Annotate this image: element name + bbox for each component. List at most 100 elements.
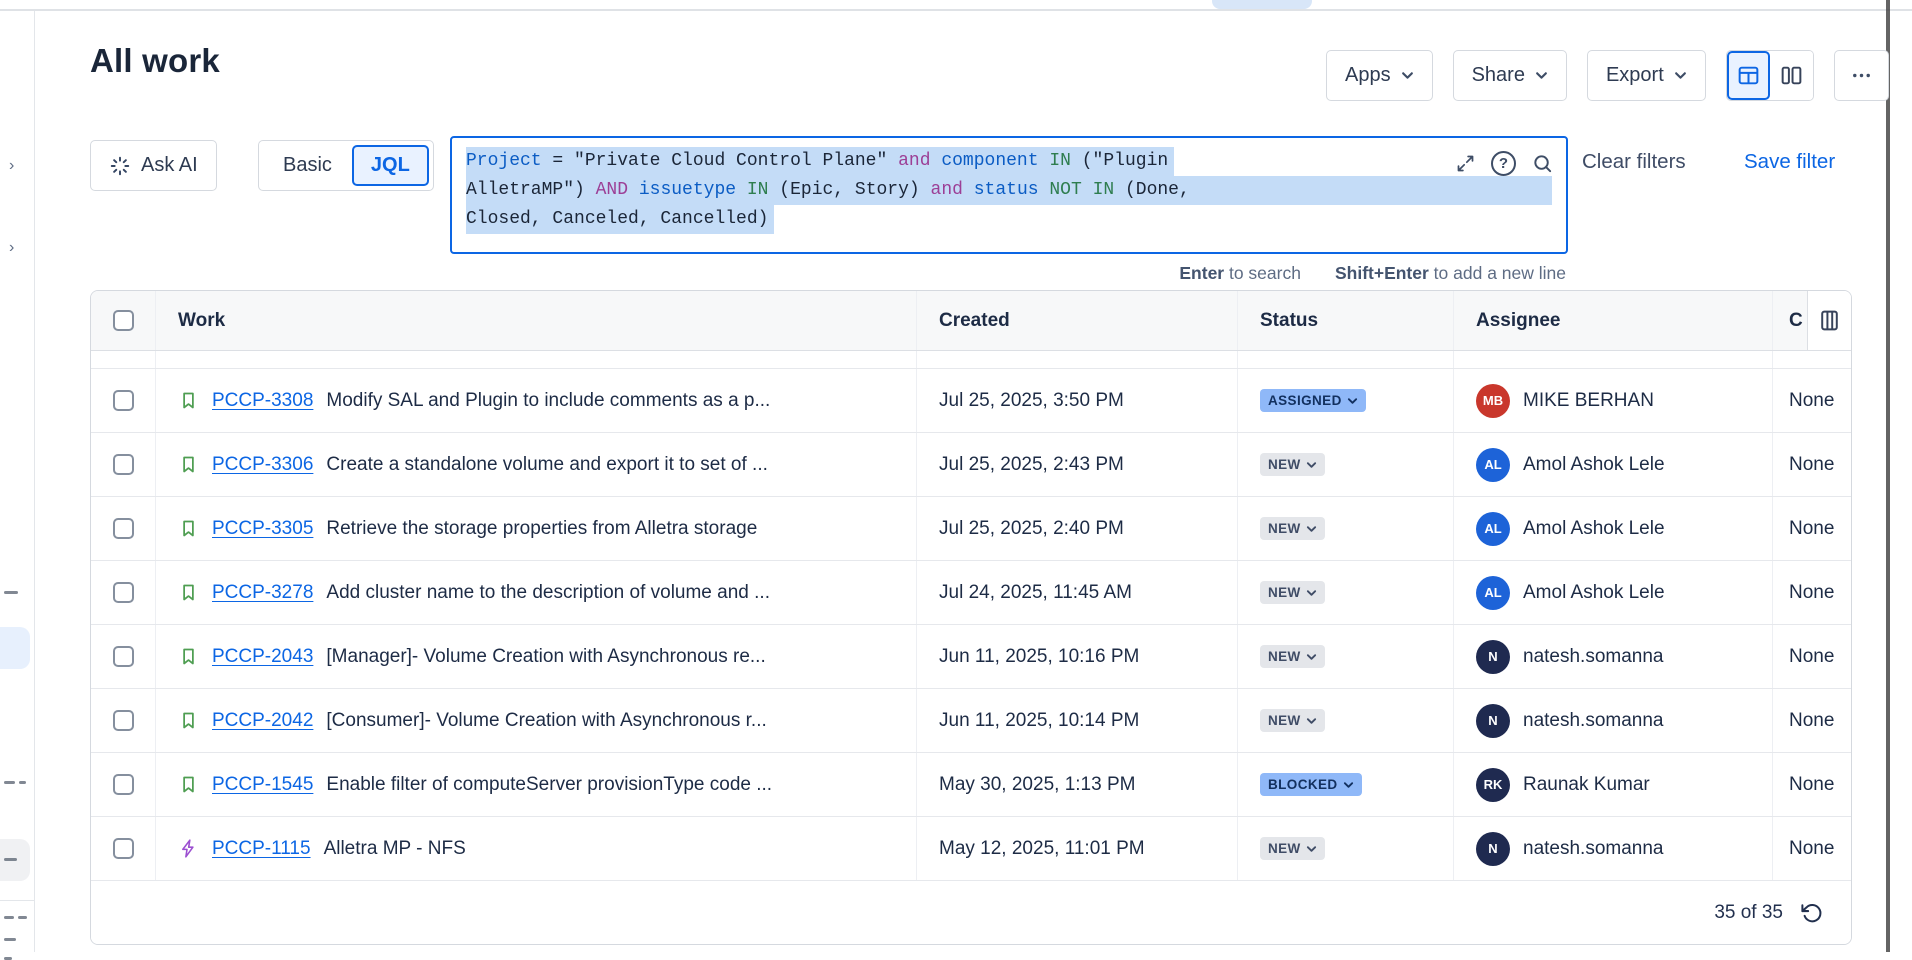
work-column-header[interactable]: Work	[156, 291, 917, 350]
issue-key-link[interactable]: PCCP-2043	[212, 646, 313, 668]
issue-summary[interactable]: Modify SAL and Plugin to include comment…	[326, 390, 770, 412]
table-view-button[interactable]	[1727, 51, 1770, 100]
status-badge[interactable]: NEW	[1260, 645, 1325, 668]
chevron-right-icon[interactable]: ›	[9, 239, 14, 257]
row-checkbox-cell	[91, 753, 156, 816]
status-badge[interactable]: NEW	[1260, 453, 1325, 476]
issue-key-link[interactable]: PCCP-1545	[212, 774, 313, 796]
issue-summary[interactable]: [Manager]- Volume Creation with Asynchro…	[326, 646, 765, 668]
chevron-down-icon	[1306, 845, 1317, 853]
select-all-checkbox[interactable]	[113, 310, 134, 331]
extra-cell[interactable]: None	[1773, 497, 1851, 560]
table-row: PCCP-3278 Add cluster name to the descrip…	[91, 561, 1851, 625]
status-column-header[interactable]: Status	[1238, 291, 1454, 350]
row-checkbox[interactable]	[113, 710, 134, 731]
status-badge[interactable]: ASSIGNED	[1260, 389, 1366, 412]
table-view-icon	[1736, 63, 1761, 88]
help-icon[interactable]: ?	[1491, 151, 1516, 176]
issue-summary[interactable]: [Consumer]- Volume Creation with Asynchr…	[326, 710, 766, 732]
expand-icon[interactable]	[1455, 153, 1476, 174]
search-icon[interactable]	[1531, 152, 1554, 175]
story-icon	[178, 774, 199, 795]
created-column-header[interactable]: Created	[917, 291, 1238, 350]
extra-cell[interactable]: None	[1773, 433, 1851, 496]
work-cell: PCCP-2042 [Consumer]- Volume Creation wit…	[156, 689, 917, 752]
chevron-down-icon	[1343, 781, 1354, 789]
extra-cell[interactable]: None	[1773, 817, 1851, 880]
assignee-column-header[interactable]: Assignee	[1454, 291, 1773, 350]
issue-key-link[interactable]: PCCP-3305	[212, 518, 313, 540]
work-items-table: Work Created Status Assignee C PCCP-3308…	[90, 290, 1852, 945]
issue-key-link[interactable]: PCCP-1115	[212, 838, 311, 860]
basic-mode-tab[interactable]: Basic	[263, 154, 352, 177]
sidebar-fragment	[4, 916, 14, 919]
header-toolbar: Apps Share Export	[1326, 50, 1889, 101]
row-checkbox-cell	[91, 625, 156, 688]
extra-cell[interactable]: None	[1773, 625, 1851, 688]
issue-summary[interactable]: Retrieve the storage properties from All…	[326, 518, 757, 540]
assignee-cell[interactable]: Nnatesh.somanna	[1454, 689, 1773, 752]
issue-key-link[interactable]: PCCP-2042	[212, 710, 313, 732]
assignee-cell[interactable]: RKRaunak Kumar	[1454, 753, 1773, 816]
collapsed-sidebar: › ›	[0, 11, 35, 952]
status-badge[interactable]: NEW	[1260, 581, 1325, 604]
extra-cell[interactable]: None	[1773, 369, 1851, 432]
extra-cell[interactable]: None	[1773, 753, 1851, 816]
assignee-cell[interactable]: ALAmol Ashok Lele	[1454, 561, 1773, 624]
issue-summary[interactable]: Enable filter of computeServer provision…	[326, 774, 772, 796]
detail-view-button[interactable]	[1770, 51, 1813, 100]
ask-ai-button[interactable]: Ask AI	[90, 140, 217, 191]
jql-query-input[interactable]: Project = "Private Cloud Control Plane" …	[450, 136, 1568, 254]
story-icon-wrap	[178, 582, 199, 603]
status-badge[interactable]: BLOCKED	[1260, 773, 1362, 796]
issue-key-link[interactable]: PCCP-3278	[212, 582, 313, 604]
column-settings-button[interactable]	[1807, 291, 1851, 350]
issue-summary[interactable]: Create a standalone volume and export it…	[326, 454, 767, 476]
row-checkbox[interactable]	[113, 774, 134, 795]
extra-cell[interactable]: None	[1773, 561, 1851, 624]
assignee-cell[interactable]: Nnatesh.somanna	[1454, 817, 1773, 880]
columns-icon	[1817, 308, 1842, 333]
apps-button[interactable]: Apps	[1326, 50, 1433, 101]
work-cell: PCCP-3306 Create a standalone volume and …	[156, 433, 917, 496]
issue-summary[interactable]: Add cluster name to the description of v…	[326, 582, 770, 604]
assignee-cell[interactable]: MBMIKE BERHAN	[1454, 369, 1773, 432]
avatar: N	[1476, 832, 1510, 866]
share-button[interactable]: Share	[1453, 50, 1567, 101]
export-button[interactable]: Export	[1587, 50, 1706, 101]
sidebar-item-selected-fragment[interactable]	[0, 627, 30, 669]
more-button[interactable]	[1834, 50, 1889, 101]
assignee-name: natesh.somanna	[1523, 646, 1664, 668]
row-checkbox[interactable]	[113, 582, 134, 603]
table-row: PCCP-3306 Create a standalone volume and …	[91, 433, 1851, 497]
row-checkbox[interactable]	[113, 838, 134, 859]
clear-filters-button[interactable]: Clear filters	[1582, 150, 1686, 174]
jql-mode-tab[interactable]: JQL	[352, 145, 429, 186]
row-checkbox-cell	[91, 689, 156, 752]
assignee-cell[interactable]: ALAmol Ashok Lele	[1454, 497, 1773, 560]
status-badge[interactable]: NEW	[1260, 837, 1325, 860]
status-badge[interactable]: NEW	[1260, 709, 1325, 732]
sidebar-fragment	[19, 781, 26, 784]
issue-key-link[interactable]: PCCP-3308	[212, 390, 313, 412]
extra-cell[interactable]: None	[1773, 689, 1851, 752]
row-checkbox[interactable]	[113, 390, 134, 411]
created-cell: Jun 11, 2025, 10:16 PM	[917, 625, 1238, 688]
status-badge[interactable]: NEW	[1260, 517, 1325, 540]
top-scroll-fragment	[1212, 0, 1312, 9]
created-cell: May 12, 2025, 11:01 PM	[917, 817, 1238, 880]
query-mode-toggle: Basic JQL	[258, 140, 434, 191]
extra-column-label[interactable]: C	[1789, 310, 1803, 332]
issue-summary[interactable]: Alletra MP - NFS	[324, 838, 466, 860]
row-checkbox[interactable]	[113, 454, 134, 475]
work-cell: PCCP-3305 Retrieve the storage properties…	[156, 497, 917, 560]
issue-key-link[interactable]: PCCP-3306	[212, 454, 313, 476]
row-checkbox[interactable]	[113, 518, 134, 539]
story-icon	[178, 710, 199, 731]
chevron-right-icon[interactable]: ›	[9, 157, 14, 175]
row-checkbox[interactable]	[113, 646, 134, 667]
save-filter-button[interactable]: Save filter	[1744, 150, 1835, 174]
refresh-button[interactable]	[1800, 901, 1823, 924]
assignee-cell[interactable]: ALAmol Ashok Lele	[1454, 433, 1773, 496]
assignee-cell[interactable]: Nnatesh.somanna	[1454, 625, 1773, 688]
